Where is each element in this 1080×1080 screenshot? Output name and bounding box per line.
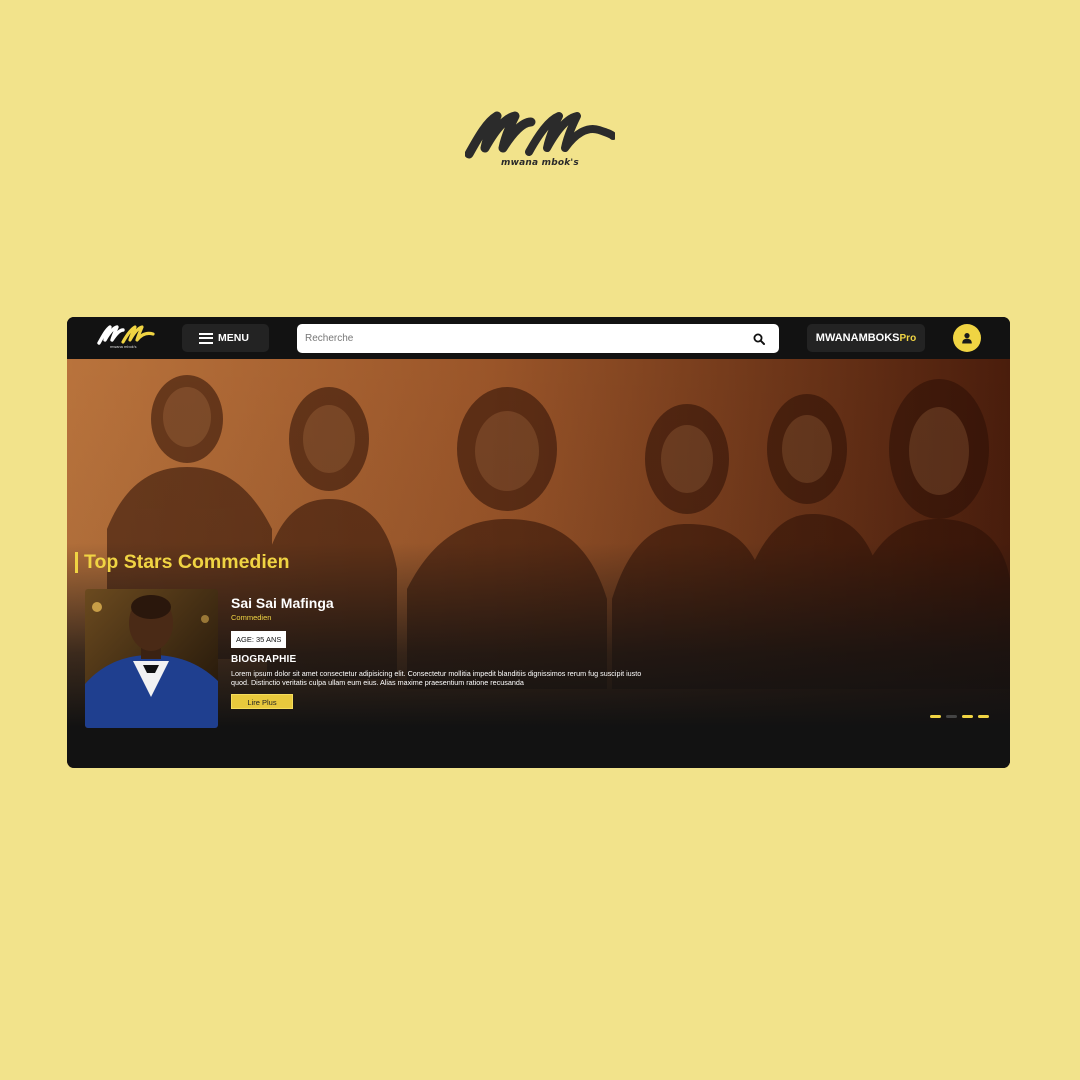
hamburger-icon <box>199 332 213 344</box>
hero-banner: Top Stars Commedien Sai Sai Mafinga Comm… <box>67 359 1010 768</box>
section-title: Top Stars Commedien <box>75 551 290 574</box>
app-window: mwana mbok's MENU MWANAMBOKSPro <box>67 317 1010 768</box>
biography-text: Lorem ipsum dolor sit amet consectetur a… <box>231 669 642 687</box>
search-icon[interactable] <box>753 332 765 350</box>
top-navbar: mwana mbok's MENU MWANAMBOKSPro <box>67 317 1010 359</box>
featured-role: Commedien <box>231 613 272 622</box>
section-title-text: Top Stars Commedien <box>84 551 290 573</box>
brand-logo: mwana mbok's <box>0 108 1080 168</box>
menu-label: MENU <box>218 332 249 344</box>
search-input[interactable] <box>297 324 737 353</box>
app-logo-caption: mwana mbok's <box>110 344 137 349</box>
biography-heading: BIOGRAPHIE <box>231 654 297 665</box>
pro-brand-label: MWANAMBOKS <box>815 332 900 344</box>
search-bar <box>297 324 779 353</box>
mm-logo-icon <box>465 111 615 159</box>
featured-info: Sai Sai Mafinga Commedien AGE: 35 ANS BI… <box>231 595 671 710</box>
carousel-dot[interactable] <box>978 715 989 718</box>
mm-logo-icon <box>97 325 155 345</box>
pro-suffix-label: Pro <box>899 332 917 344</box>
carousel-dot[interactable] <box>930 715 941 718</box>
title-accent-bar <box>75 552 78 573</box>
pro-button[interactable]: MWANAMBOKS Pro <box>807 324 925 352</box>
featured-portrait[interactable] <box>85 589 218 728</box>
brand-caption: mwana mbok's <box>501 158 579 168</box>
age-badge: AGE: 35 ANS <box>231 631 287 648</box>
user-icon <box>962 333 972 344</box>
carousel-dots <box>930 715 989 718</box>
carousel-dot[interactable] <box>946 715 957 718</box>
carousel-dot[interactable] <box>962 715 973 718</box>
user-account-button[interactable] <box>953 324 981 352</box>
menu-button[interactable]: MENU <box>182 324 269 352</box>
featured-name: Sai Sai Mafinga <box>231 595 334 611</box>
read-more-button[interactable]: Lire Plus <box>231 694 293 709</box>
